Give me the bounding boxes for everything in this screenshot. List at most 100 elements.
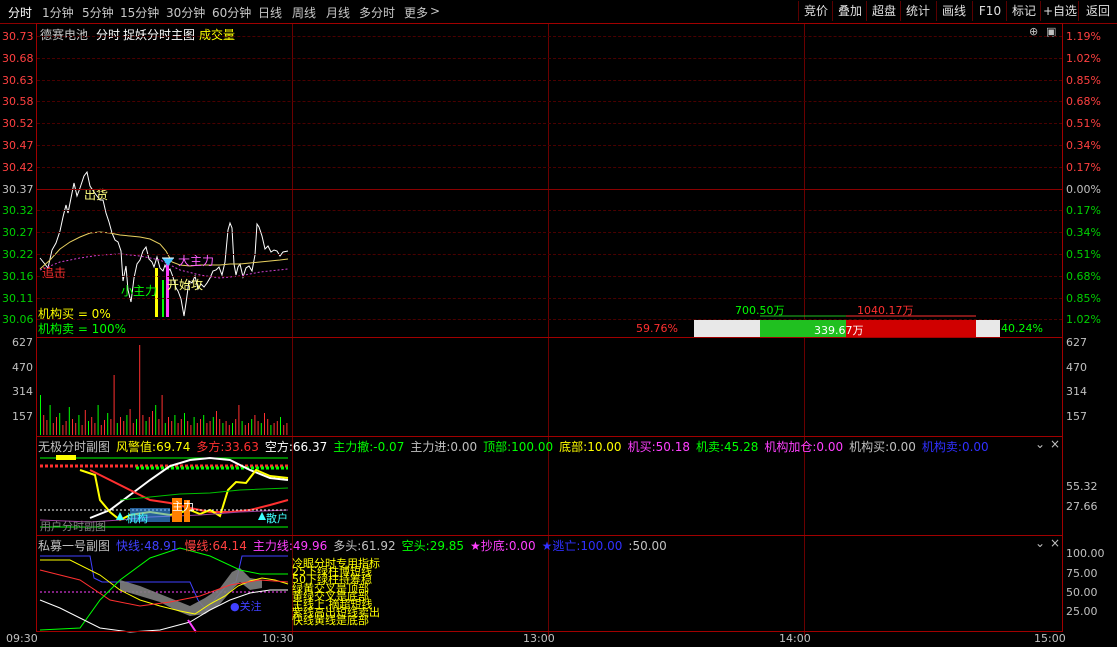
price-grid-line [37, 188, 1062, 190]
sub1-header: 无极分时副图 风警值:69.74 多方:33.63 空方:66.37 主力撤:-0.07… [38, 438, 989, 455]
price-grid-line [37, 275, 1062, 277]
indicator-value: 0.00 [889, 440, 916, 454]
sub2-indicator: 快线:48.91 [116, 539, 178, 553]
chevron-down-icon[interactable]: ⌄ [1035, 536, 1045, 550]
indicator-value: 29.85 [429, 539, 465, 553]
indicator-value: 0.00 [816, 440, 844, 454]
indicator-label: 多方: [196, 440, 225, 454]
sub2-indicator: 慢线:64.14 [184, 539, 246, 553]
sub2-axis-label: 75.00 [1066, 567, 1098, 580]
sanhu-mark: 散户 [266, 512, 288, 525]
zhuiji-annotation: 追击 [42, 266, 67, 280]
indicator-value: 49.96 [292, 539, 328, 553]
time-label: 09:30 [6, 632, 38, 645]
volume-tick-label: 627 [1066, 336, 1087, 349]
indicator-value: 48.91 [144, 539, 179, 553]
order-bar-white-left [694, 320, 760, 337]
zhuli-mark: 主力 [172, 500, 194, 513]
indicator-value: 64.14 [212, 539, 247, 553]
indicator-label: 空头: [401, 539, 430, 553]
indicator-label: 主力线: [252, 539, 293, 553]
indicator-value: -0.07 [373, 440, 405, 454]
indicator-value: 61.92 [361, 539, 396, 553]
order-left-pct: 59.76% [636, 322, 678, 335]
sub2-notes: 冷眼分时专用指标 25下绿柱博短线 50下绿柱持筹稳 绿黄交叉是顶部 黄绿交叉是底部 主线… [292, 558, 380, 628]
indicator-label: 机构卖: [921, 440, 962, 454]
sub1-axis-label: 55.32 [1066, 480, 1098, 493]
sub2-note-line: 快线黄线是底部 [292, 614, 369, 628]
sub2-indicator: :50.00 [628, 539, 666, 553]
sub1-indicator: 机买:50.18 [628, 440, 690, 454]
indicator-value: 66.37 [292, 440, 328, 454]
watch-tag: ●关注 [230, 600, 262, 613]
sub1-indicator: 机构加仓:0.00 [764, 440, 843, 454]
indicator-label: ★逃亡: [541, 539, 581, 553]
sub2-axis-label: 100.00 [1066, 547, 1105, 560]
price-grid-line [37, 297, 1062, 299]
indicator-value: 100.00 [511, 440, 554, 454]
price-grid-line [37, 36, 1062, 37]
sub2-indicator: ★逃亡:100.00 [542, 539, 623, 553]
sub2-indicator: 主力线:49.96 [253, 539, 327, 553]
order-right-pct: 40.24% [1001, 322, 1043, 335]
sub1-axis-label: 27.66 [1066, 500, 1098, 513]
sub1-indicator: 空方:66.37 [265, 440, 327, 454]
sub2-indicator: 多头:61.92 [333, 539, 395, 553]
volume-tick-label: 314 [12, 385, 33, 398]
indicator-value: 10.00 [587, 440, 622, 454]
attack-annotation: 开始攻 [167, 278, 204, 292]
sub1-indicator: 主力进:0.00 [410, 440, 477, 454]
indicator-label: 机卖: [695, 440, 725, 454]
indicator-value: 69.74 [156, 440, 191, 454]
indicator-value: 100.00 [580, 539, 623, 553]
time-label: 10:30 [262, 632, 294, 645]
indicator-value: 50.00 [632, 539, 667, 553]
sub2-axis-label: 50.00 [1066, 586, 1098, 599]
indicator-label: 机构买: [849, 440, 890, 454]
close-icon[interactable]: × [1050, 536, 1060, 550]
sub2-title[interactable]: 私募一号副图 [38, 539, 110, 553]
sub2-indicator: 空头:29.85 [402, 539, 464, 553]
sub1-indicator: 机卖:45.28 [696, 440, 758, 454]
order-mid-amount: 339.67万 [814, 324, 864, 337]
volume-tick-label: 314 [1066, 385, 1087, 398]
indicator-value: 0.00 [450, 440, 478, 454]
price-grid-line [37, 101, 1062, 103]
sub1-title[interactable]: 无极分时副图 [38, 440, 110, 454]
price-grid-line [37, 254, 1062, 255]
time-label: 15:00 [1034, 632, 1066, 645]
indicator-label: 顶部: [483, 440, 512, 454]
avg-line [39, 231, 289, 270]
indicator-label: 风警值: [116, 440, 157, 454]
volume-tick-label: 627 [12, 336, 33, 349]
price-grid-line [37, 319, 1062, 321]
close-icon[interactable]: × [1050, 437, 1060, 451]
indicator-label: 底部: [559, 440, 588, 454]
time-label: 13:00 [523, 632, 555, 645]
sub1-indicator: 主力撤:-0.07 [333, 440, 404, 454]
sub2-indicator: ★抄底:0.00 [470, 539, 536, 553]
volume-tick-label: 157 [12, 409, 33, 423]
small-force-annotation: 小主力 [121, 284, 158, 298]
volume-tick-label: 470 [1066, 360, 1087, 374]
indicator-label: 机买: [627, 440, 656, 454]
indicator-value: 45.28 [724, 440, 759, 454]
chevron-down-icon[interactable]: ⌄ [1035, 437, 1045, 451]
sub1-indicator: 机构买:0.00 [849, 440, 916, 454]
sub2-header: 私募一号副图 快线:48.91 慢线:64.14 主力线:49.96 多头:61.92 空… [38, 537, 667, 554]
sub1-indicator: 顶部:100.00 [483, 440, 553, 454]
indicator-label: 慢线: [184, 539, 213, 553]
price-grid-line [37, 145, 1062, 146]
price-grid-line [37, 123, 1062, 125]
sub1-indicator: 机构卖:0.00 [922, 440, 989, 454]
price-grid-line [37, 210, 1062, 212]
sub1-indicator: 多方:33.63 [196, 440, 258, 454]
volume-tick-label: 157 [1066, 409, 1087, 423]
indicator-label: 快线: [116, 539, 145, 553]
indicator-value: 50.18 [655, 440, 690, 454]
volume-tick-label: 470 [12, 360, 33, 374]
indicator-value: 0.00 [961, 440, 989, 454]
order-red-amount: 1040.17万 [857, 304, 914, 317]
indicator-value: 33.63 [224, 440, 259, 454]
indicator-label: 主力撤: [333, 440, 374, 454]
